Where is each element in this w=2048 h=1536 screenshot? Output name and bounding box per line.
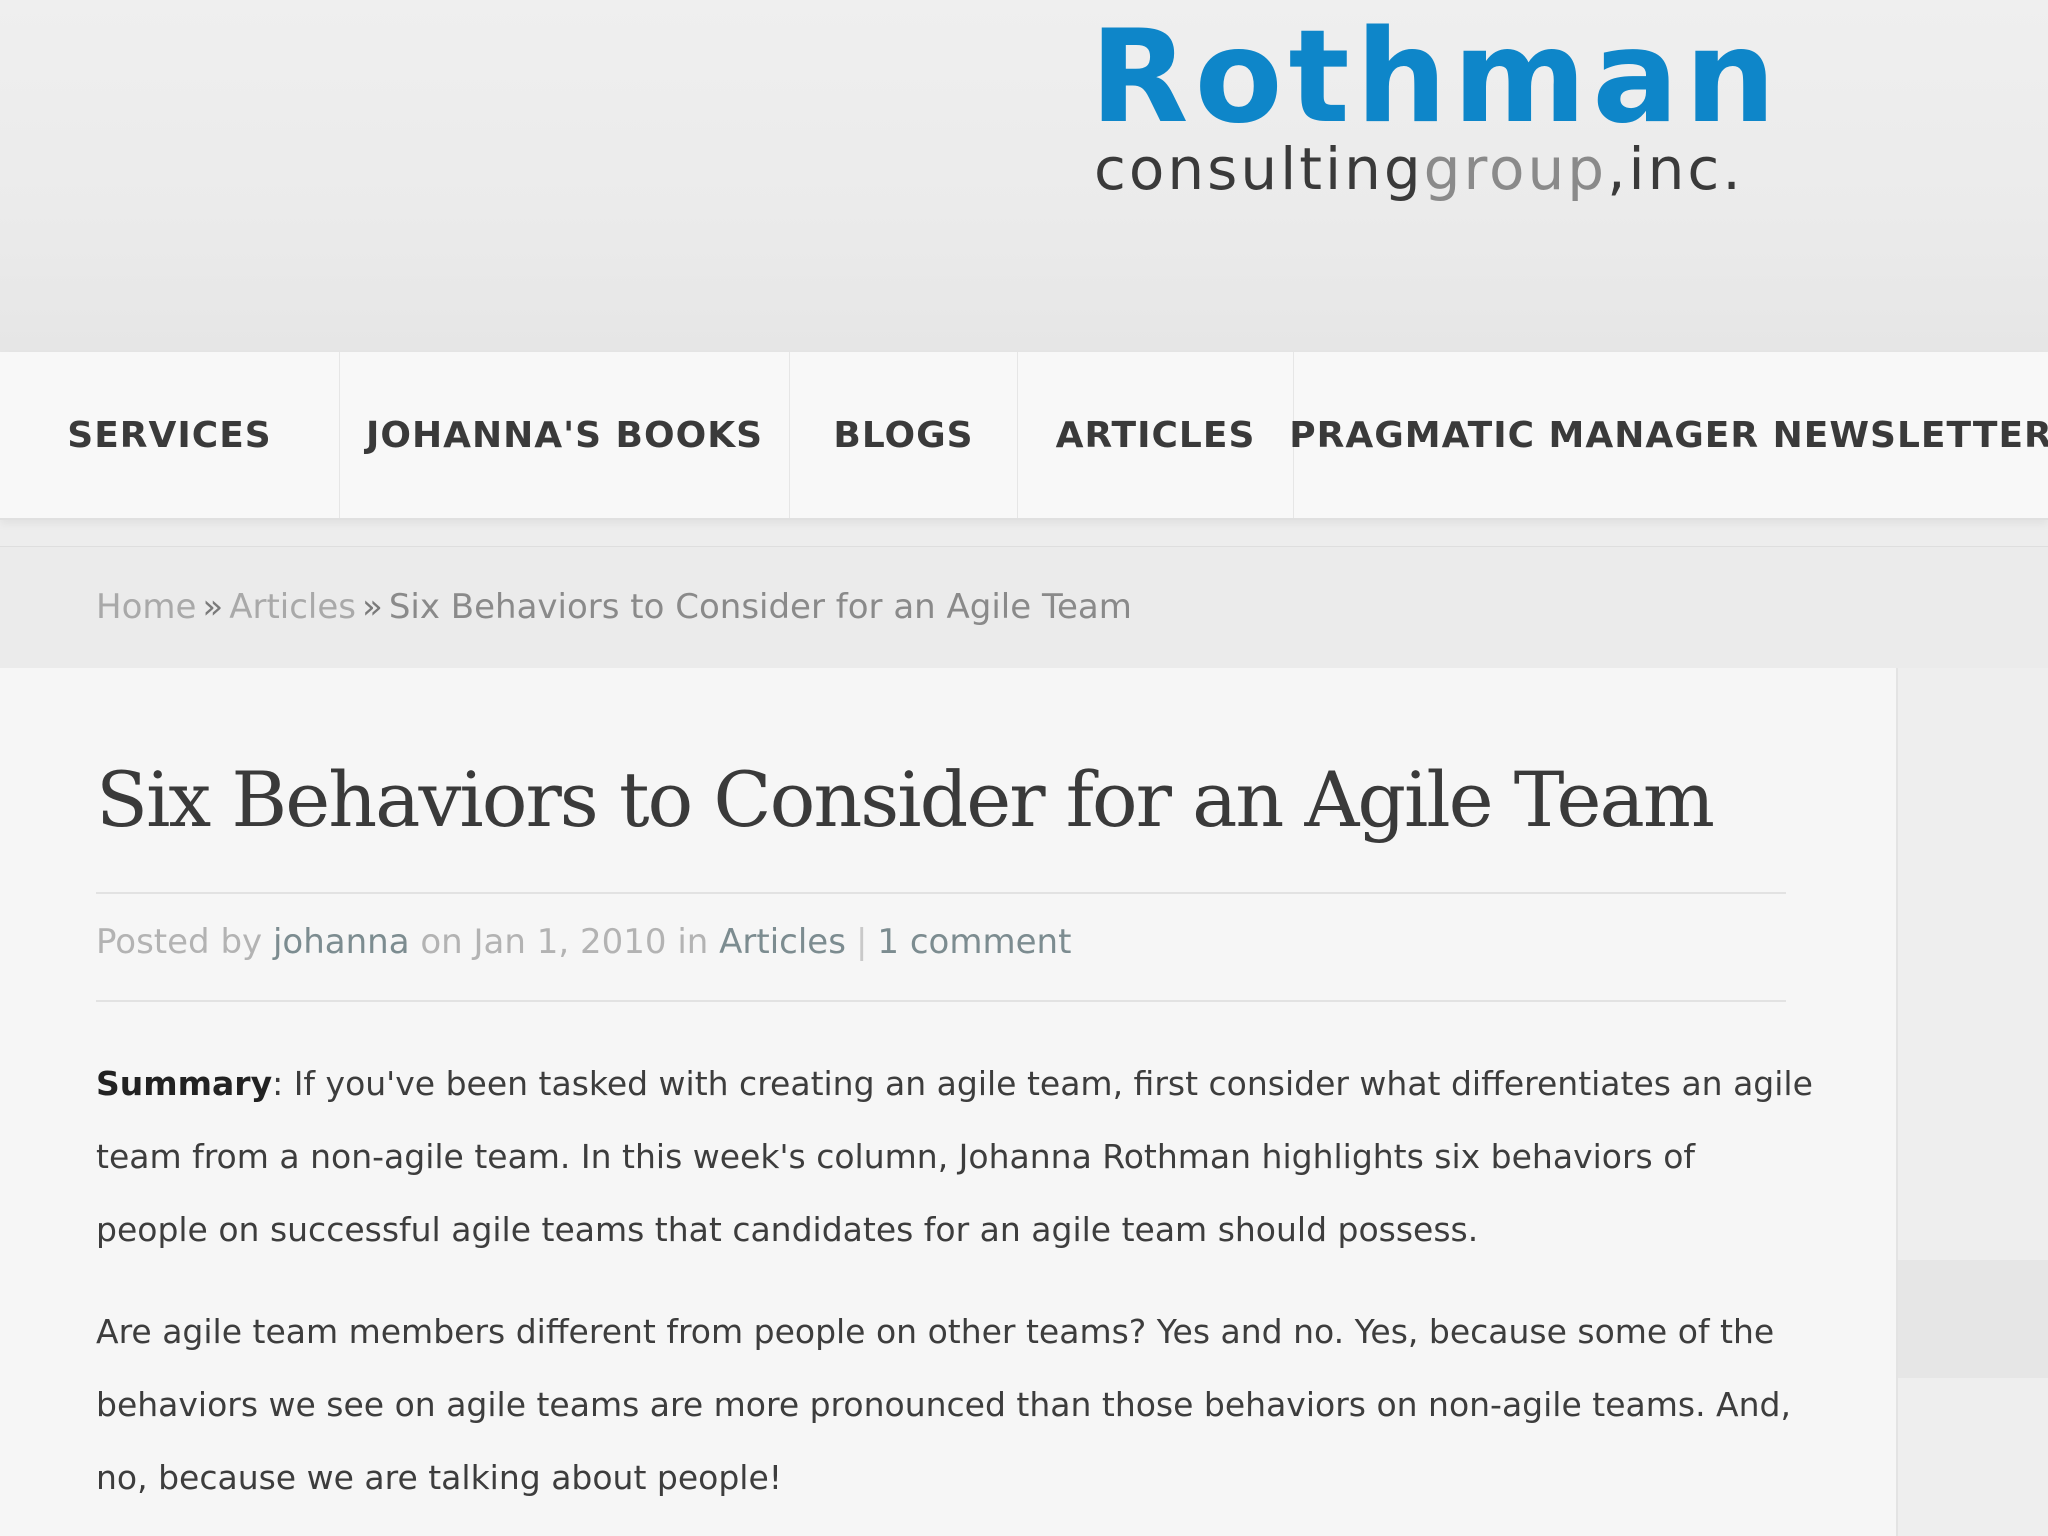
- category-link[interactable]: Articles: [719, 922, 846, 962]
- meta-in: in: [677, 922, 709, 962]
- summary-text: : If you've been tasked with creating an…: [96, 1064, 1813, 1249]
- post-date: Jan 1, 2010: [473, 922, 667, 962]
- logo-wordmark: Rothman: [1090, 3, 1782, 152]
- sidebar: [1898, 668, 2048, 1536]
- logo-tagline-a: consulting: [1094, 135, 1424, 203]
- article-title: Six Behaviors to Consider for an Agile T…: [96, 755, 1715, 844]
- sidebar-widget: [1898, 1260, 2048, 1378]
- author-link[interactable]: johanna: [273, 922, 410, 962]
- site-logo[interactable]: Rothman consultinggroup,inc.: [1090, 14, 1776, 214]
- nav-item-services[interactable]: SERVICES: [0, 352, 340, 518]
- meta-on: on: [420, 922, 463, 962]
- title-divider: [96, 892, 1786, 894]
- breadcrumb-bar: Home» Articles» Six Behaviors to Consider …: [0, 546, 2048, 669]
- logo-tagline: consultinggroup,inc.: [1094, 140, 1744, 198]
- nav-item-blogs[interactable]: BLOGS: [790, 352, 1018, 518]
- post-meta: Posted by johanna on Jan 1, 2010 in Arti…: [96, 922, 1071, 962]
- logo-tagline-b: group: [1423, 135, 1608, 203]
- nav-item-pragmatic-manager-newsletter[interactable]: PRAGMATIC MANAGER NEWSLETTER: [1289, 352, 2048, 518]
- breadcrumb-articles-link[interactable]: Articles: [229, 587, 356, 627]
- breadcrumb-current: Six Behaviors to Consider for an Agile T…: [388, 587, 1132, 627]
- nav-item-johannas-books[interactable]: JOHANNA'S BOOKS: [340, 352, 790, 518]
- breadcrumb-separator: »: [202, 587, 224, 627]
- meta-divider-line: [96, 1000, 1786, 1002]
- logo-tagline-c: ,inc.: [1607, 135, 1744, 203]
- main-nav: SERVICES JOHANNA'S BOOKS BLOGS ARTICLES …: [0, 352, 2048, 520]
- breadcrumb-separator: »: [362, 587, 383, 627]
- nav-item-articles[interactable]: ARTICLES: [1018, 352, 1294, 518]
- meta-divider: |: [855, 922, 868, 962]
- breadcrumb-home-link[interactable]: Home: [96, 587, 196, 627]
- comments-link[interactable]: 1 comment: [877, 922, 1071, 962]
- breadcrumb: Home» Articles» Six Behaviors to Consider …: [96, 587, 1132, 627]
- body-paragraph: Are agile team members different from pe…: [96, 1312, 1791, 1497]
- summary-label: Summary: [96, 1064, 273, 1103]
- summary-paragraph: Summary: If you've been tasked with crea…: [96, 1047, 1816, 1266]
- meta-posted-by: Posted by: [96, 922, 263, 962]
- site-header: Rothman consultinggroup,inc.: [0, 0, 2048, 352]
